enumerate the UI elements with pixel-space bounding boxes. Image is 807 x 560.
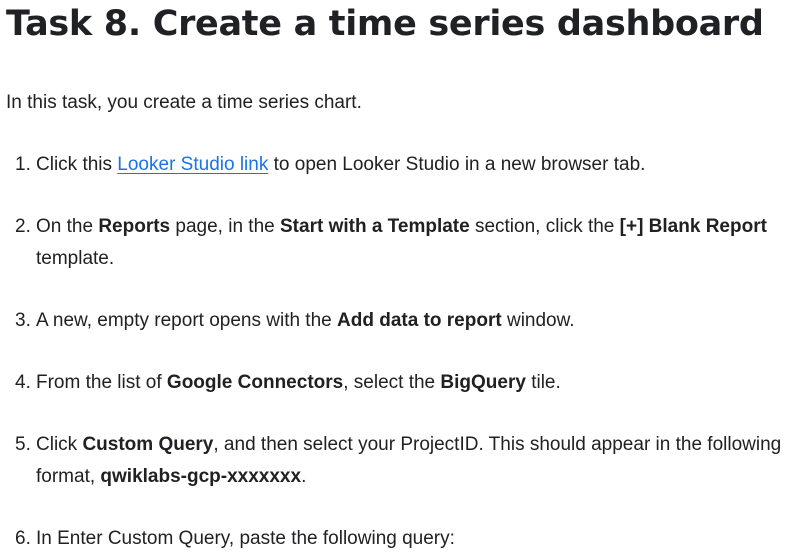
looker-studio-link[interactable]: Looker Studio link (117, 154, 268, 175)
text-run: . (301, 466, 307, 487)
step-text: Click Custom Query, and then select your… (36, 429, 807, 493)
text-run: A new, empty report opens with the (36, 310, 338, 331)
step-text: From the list of Google Connectors, sele… (36, 367, 807, 399)
step-text: Click this Looker Studio link to open Lo… (36, 149, 807, 181)
text-run: Click (36, 434, 83, 455)
bold-term: Reports (98, 216, 171, 237)
text-run: Click this (36, 154, 118, 175)
step-number: 6. (15, 528, 31, 549)
step-number: 1. (15, 154, 31, 175)
text-run: tile. (525, 372, 561, 393)
text-run: page, in the (170, 216, 280, 237)
step-text: In Enter Custom Query, paste the followi… (36, 523, 807, 555)
bold-term: [+] Blank Report (619, 216, 767, 237)
document-page: Task 8. Create a time series dashboard I… (0, 0, 807, 560)
step-text: On the Reports page, in the Start with a… (36, 211, 807, 275)
intro-paragraph: In this task, you create a time series c… (6, 92, 362, 113)
text-run: window. (501, 310, 575, 331)
step-number: 4. (15, 372, 31, 393)
bold-term: Google Connectors (166, 372, 344, 393)
text-run: to open Looker Studio in a new browser t… (268, 154, 646, 175)
bold-term: Start with a Template (280, 216, 470, 237)
text-run: From the list of (36, 372, 167, 393)
step-text: A new, empty report opens with the Add d… (36, 305, 807, 337)
text-run: section, click the (469, 216, 620, 237)
bold-term: Add data to report (337, 310, 502, 331)
bold-term: BigQuery (440, 372, 526, 393)
step-number: 3. (15, 310, 31, 331)
page-title: Task 8. Create a time series dashboard (6, 4, 764, 44)
step-number: 2. (15, 216, 31, 237)
text-run: , select the (343, 372, 441, 393)
bold-term: Custom Query (82, 434, 214, 455)
step-number: 5. (15, 434, 31, 455)
text-run: template. (36, 248, 115, 269)
text-run: In Enter Custom Query, paste the followi… (36, 528, 455, 549)
bold-term: qwiklabs-gcp-xxxxxxx (100, 466, 302, 487)
text-run: On the (36, 216, 99, 237)
